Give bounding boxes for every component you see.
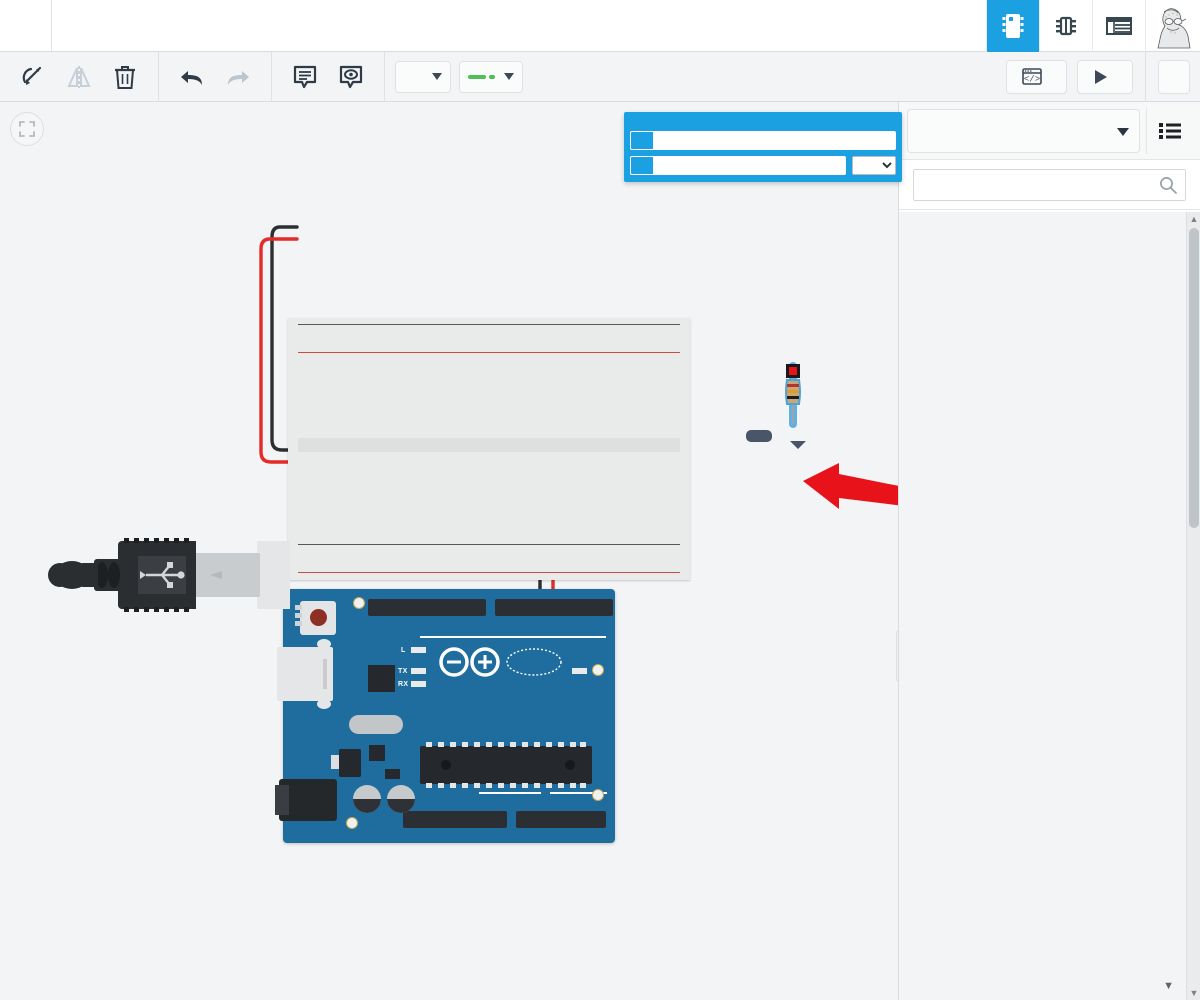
properties-body xyxy=(624,131,902,182)
style-group xyxy=(385,52,533,102)
regulator-tab xyxy=(331,755,339,769)
scroll-down-arrow[interactable]: ▼ xyxy=(1188,986,1200,1000)
power-section-line xyxy=(479,792,541,794)
components-panel: ▼ ▲ ▼ xyxy=(898,102,1200,1000)
scroll-up-arrow[interactable]: ▲ xyxy=(1188,212,1200,226)
led-label-L: L xyxy=(401,647,406,654)
components-grid xyxy=(899,212,1187,1000)
name-field-label xyxy=(631,132,653,149)
code-button[interactable]: </> xyxy=(1006,59,1067,94)
arduino-uno-board[interactable]: L TX RX xyxy=(275,589,615,843)
tinkercad-logo[interactable] xyxy=(0,0,52,52)
toolbar-divider xyxy=(1145,51,1146,102)
led-indicator-RX xyxy=(411,681,426,687)
chevron-down-icon xyxy=(1117,127,1129,136)
components-scrollbar[interactable]: ▲ ▼ xyxy=(1186,212,1200,1000)
mount-hole-2 xyxy=(592,664,604,676)
search-icon xyxy=(1160,176,1177,194)
usb-cable-plug[interactable] xyxy=(10,531,290,621)
annotation-icon[interactable] xyxy=(328,57,374,97)
search-input[interactable] xyxy=(922,175,1159,194)
breadboard-view-icon[interactable] xyxy=(986,0,1039,52)
led-label-TX: TX xyxy=(398,668,408,675)
components-category-select[interactable] xyxy=(907,108,1140,153)
wire-style-picker[interactable] xyxy=(459,60,523,93)
grid-more-chevron[interactable]: ▼ xyxy=(1163,980,1174,992)
wire-color-picker[interactable] xyxy=(395,60,451,93)
mount-hole-1 xyxy=(353,597,365,609)
annotate-group xyxy=(272,51,385,102)
property-row-resistance xyxy=(630,156,846,175)
start-simulation-button[interactable] xyxy=(1077,59,1133,94)
send-to-button[interactable] xyxy=(1158,59,1190,94)
crystal-oscillator xyxy=(349,715,403,734)
red-pointer-arrow xyxy=(803,463,898,509)
led-label-RX: RX xyxy=(398,681,409,688)
led-indicator-L xyxy=(411,647,426,653)
components-list-icon[interactable] xyxy=(1092,0,1145,52)
mount-hole-4 xyxy=(346,817,358,829)
components-panel-header xyxy=(899,102,1200,160)
resistance-input[interactable] xyxy=(653,157,845,174)
circuit-canvas[interactable]: L TX RX xyxy=(0,102,898,1000)
property-row-name xyxy=(630,131,896,150)
user-avatar[interactable] xyxy=(1145,0,1200,52)
resistance-field-label xyxy=(631,157,653,174)
selected-resistor-component[interactable] xyxy=(780,362,812,432)
svg-text:</>: </> xyxy=(1024,75,1040,85)
search-row xyxy=(899,160,1200,210)
undo-icon[interactable] xyxy=(169,57,215,97)
small-chip xyxy=(369,745,385,761)
properties-title xyxy=(624,112,902,131)
name-input[interactable] xyxy=(653,132,895,149)
usb-controller-chip xyxy=(368,665,395,692)
digital-section-line xyxy=(420,636,606,638)
main-toolbar: </> xyxy=(0,51,1200,102)
led-indicator-ON xyxy=(572,668,587,674)
app-header xyxy=(0,0,1200,52)
breadboard[interactable] xyxy=(288,318,690,580)
mirror-flip-icon[interactable] xyxy=(56,57,102,97)
sot-chip xyxy=(385,769,400,779)
led-indicator-TX xyxy=(411,668,426,674)
component-properties-popup[interactable] xyxy=(624,112,902,182)
header-pin-holes xyxy=(283,589,615,843)
atmega-pins xyxy=(426,742,586,788)
breadboard-holes xyxy=(288,318,690,580)
tinkercad-circuits-app: </> L TX RX ▼ ▲ ▼ xyxy=(0,0,1200,1000)
resistance-row-wrapper xyxy=(630,156,896,175)
logo-grid xyxy=(4,4,48,48)
schematic-view-icon[interactable] xyxy=(1039,0,1092,52)
toolbar-actions: </> xyxy=(1006,51,1200,102)
rotate-icon[interactable] xyxy=(10,57,56,97)
voltage-regulator xyxy=(339,749,361,777)
header-right-group xyxy=(964,0,1200,52)
scrollbar-thumb[interactable] xyxy=(1189,228,1199,528)
resistance-unit-select[interactable] xyxy=(852,156,896,175)
redo-icon[interactable] xyxy=(215,57,261,97)
list-view-icon[interactable] xyxy=(1146,107,1192,154)
uno-badge xyxy=(506,648,562,676)
edit-tools-group xyxy=(0,51,159,102)
panel-collapse-handle[interactable] xyxy=(896,630,898,682)
note-icon[interactable] xyxy=(282,57,328,97)
wire-color-swatch xyxy=(405,66,427,88)
delete-icon[interactable] xyxy=(102,57,148,97)
search-box[interactable] xyxy=(913,168,1186,201)
terminal-tooltip xyxy=(746,430,806,449)
mount-hole-3 xyxy=(592,789,604,801)
history-group xyxy=(159,51,272,102)
arduino-infinity-logo xyxy=(439,647,500,677)
